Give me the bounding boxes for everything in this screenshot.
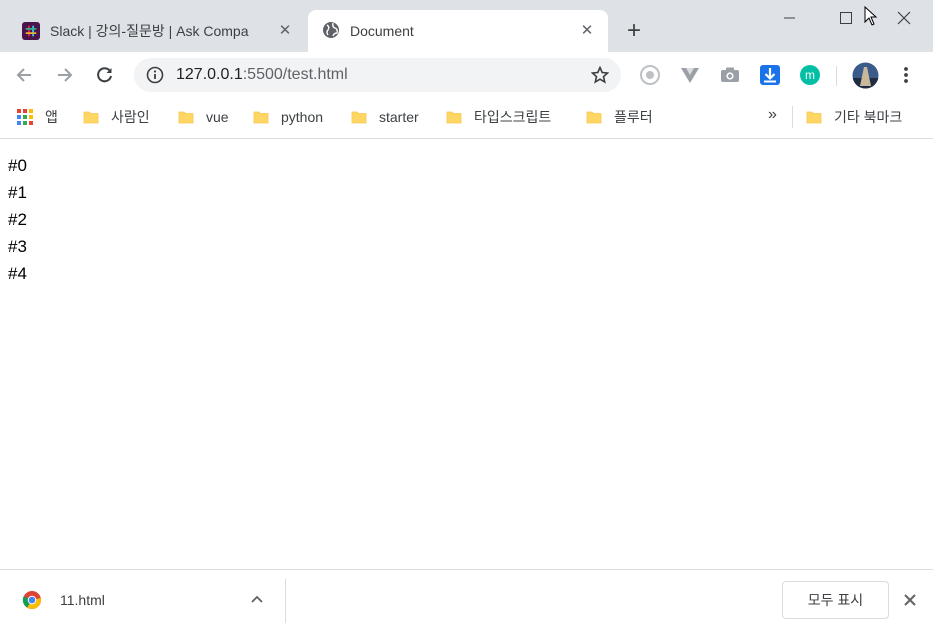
- bookmark-apps[interactable]: 앱: [17, 107, 58, 127]
- avatar[interactable]: [852, 62, 879, 89]
- apps-grid-icon: [17, 109, 33, 125]
- bookmark-folder[interactable]: 타입스크립트: [446, 107, 551, 127]
- forward-icon[interactable]: [55, 65, 75, 85]
- bookmark-folder[interactable]: 플루터: [586, 107, 653, 127]
- folder-icon: [351, 111, 367, 124]
- bookmarks-divider: [792, 106, 793, 128]
- bookmarks-overflow-icon[interactable]: »: [768, 106, 777, 124]
- toolbar: 127.0.0.1:5500/test.html m: [0, 52, 933, 98]
- bookmark-label: starter: [379, 109, 419, 125]
- chevron-up-icon[interactable]: [250, 592, 264, 611]
- page-content: #0 #1 #2 #3 #4: [8, 152, 27, 287]
- globe-icon: [322, 21, 340, 42]
- bookmark-label: vue: [206, 109, 229, 125]
- camera-icon[interactable]: [719, 64, 741, 86]
- new-tab-button[interactable]: +: [622, 19, 646, 44]
- toolbar-divider: [836, 66, 837, 86]
- content-line: #2: [8, 210, 27, 229]
- back-icon[interactable]: [14, 65, 34, 85]
- bookmarks-bar: 앱 사람인 vue python starter 타입스크립트 플루터 » 기타…: [0, 98, 933, 139]
- extension-target-icon[interactable]: [639, 64, 661, 86]
- bookmark-label: 기타 북마크: [834, 109, 903, 125]
- download-filename: 11.html: [60, 592, 105, 608]
- bookmark-folder[interactable]: vue: [178, 107, 229, 127]
- mouse-cursor-icon: [864, 5, 878, 31]
- chrome-icon: [22, 591, 42, 610]
- tab-slack[interactable]: Slack | 강의-질문방 | Ask Compa ✕: [8, 10, 306, 52]
- download-divider: [285, 579, 286, 623]
- minimize-icon[interactable]: [780, 8, 800, 28]
- bookmark-label: python: [281, 109, 324, 125]
- bookmark-label: 타입스크립트: [474, 109, 552, 125]
- close-download-bar-icon[interactable]: [901, 591, 919, 609]
- bookmark-label: 플루터: [614, 109, 653, 125]
- maximize-icon[interactable]: [836, 8, 856, 28]
- bookmark-star-icon[interactable]: [590, 65, 610, 89]
- folder-icon: [83, 111, 99, 124]
- bookmark-folder[interactable]: python: [253, 107, 323, 127]
- slack-icon: [22, 22, 40, 40]
- bookmark-other[interactable]: 기타 북마크: [806, 107, 902, 127]
- folder-icon: [253, 111, 269, 124]
- svg-text:m: m: [805, 68, 815, 82]
- folder-icon: [586, 111, 602, 124]
- folder-icon: [178, 111, 194, 124]
- site-info-icon[interactable]: [146, 66, 164, 89]
- tab-title: Document: [350, 23, 414, 39]
- folder-icon: [446, 111, 462, 124]
- bookmark-folder[interactable]: 사람인: [83, 107, 150, 127]
- content-line: #0: [8, 156, 27, 175]
- content-line: #1: [8, 183, 27, 202]
- extension-vue-icon[interactable]: [679, 64, 701, 86]
- show-all-button[interactable]: 모두 표시: [782, 581, 889, 619]
- bookmark-folder[interactable]: starter: [351, 107, 419, 127]
- tab-close-icon[interactable]: ✕: [276, 22, 294, 40]
- reload-icon[interactable]: [95, 65, 115, 85]
- tab-strip: Slack | 강의-질문방 | Ask Compa ✕ Document ✕ …: [0, 0, 933, 52]
- bookmark-label: 사람인: [111, 109, 150, 125]
- address-bar[interactable]: 127.0.0.1:5500/test.html: [134, 58, 621, 92]
- download-extension-icon[interactable]: [759, 64, 781, 86]
- url-text: 127.0.0.1:5500/test.html: [176, 66, 348, 83]
- download-bar: 11.html 모두 표시: [0, 569, 933, 631]
- tab-title: Slack | 강의-질문방 | Ask Compa: [50, 23, 249, 39]
- content-line: #4: [8, 264, 27, 283]
- extension-m-icon[interactable]: m: [799, 64, 821, 86]
- tab-document[interactable]: Document ✕: [308, 10, 608, 52]
- tab-close-icon[interactable]: ✕: [578, 22, 596, 40]
- close-window-icon[interactable]: [894, 8, 914, 28]
- download-item[interactable]: 11.html: [22, 590, 105, 610]
- content-line: #3: [8, 237, 27, 256]
- bookmark-label: 앱: [45, 109, 58, 125]
- more-menu-icon[interactable]: [895, 64, 917, 86]
- folder-icon: [806, 111, 822, 124]
